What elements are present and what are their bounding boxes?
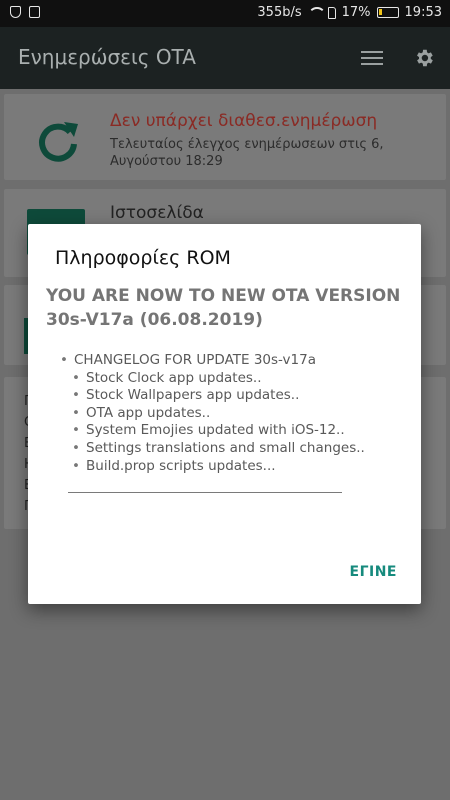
- bullet-icon: •: [60, 352, 68, 368]
- rom-info-dialog: Πληροφορίες ROM YOU ARE NOW TO NEW OTA V…: [28, 224, 421, 604]
- changelog-item: OTA app updates..: [86, 404, 211, 421]
- changelog-item: Settings translations and small changes.…: [86, 439, 365, 456]
- changelog-divider: [68, 492, 342, 493]
- bullet-icon: •: [72, 387, 80, 404]
- dialog-scrim[interactable]: Πληροφορίες ROM YOU ARE NOW TO NEW OTA V…: [0, 0, 450, 800]
- dialog-title: Πληροφορίες ROM: [55, 247, 231, 269]
- bullet-icon: •: [72, 404, 80, 421]
- changelog-title: CHANGELOG FOR UPDATE 30s-v17a: [74, 352, 316, 368]
- bullet-icon: •: [72, 369, 80, 386]
- bullet-icon: •: [72, 457, 80, 474]
- changelog-item: Build.prop scripts updates...: [86, 457, 276, 474]
- changelog-list: • CHANGELOG FOR UPDATE 30s-v17a • Stock Cl…: [60, 352, 400, 475]
- changelog-item: Stock Wallpapers app updates..: [86, 387, 300, 404]
- dialog-heading: YOU ARE NOW TO NEW OTA VERSION 30s-V17a …: [46, 286, 401, 330]
- changelog-item: System Emojies updated with iOS-12..: [86, 422, 345, 439]
- ok-button[interactable]: ΕΓΙΝΕ: [350, 564, 397, 580]
- bullet-icon: •: [72, 439, 80, 456]
- bullet-icon: •: [72, 422, 80, 439]
- changelog-item: Stock Clock app updates..: [86, 369, 262, 386]
